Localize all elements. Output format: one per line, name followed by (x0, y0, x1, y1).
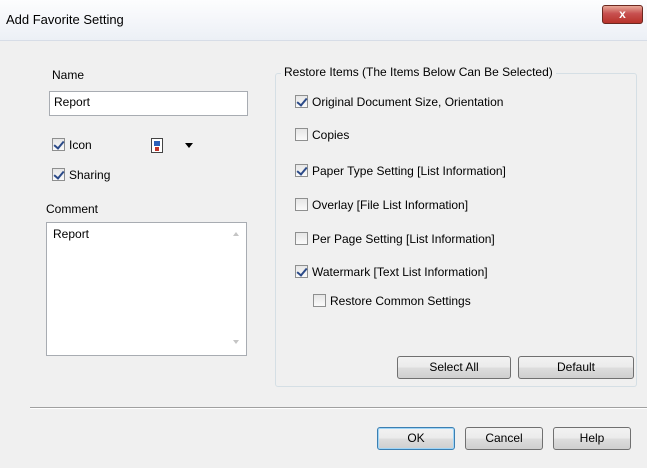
name-input-value: Report (54, 95, 91, 109)
scroll-up-icon (233, 232, 239, 236)
icon-checkbox[interactable] (52, 138, 65, 151)
select-all-button[interactable]: Select All (397, 356, 511, 379)
default-label: Default (556, 360, 596, 374)
icon-dropdown[interactable] (144, 134, 200, 157)
restore-label-watermark: Watermark [Text List Information] (312, 265, 488, 279)
title-bar: Add Favorite Setting x (0, 0, 647, 41)
restore-items-group (275, 73, 637, 387)
sharing-checkbox[interactable] (52, 168, 65, 181)
ok-label: OK (407, 431, 425, 445)
ok-button[interactable]: OK (377, 427, 455, 450)
cancel-label: Cancel (485, 431, 523, 445)
select-all-label: Select All (429, 360, 479, 374)
document-icon (151, 138, 163, 153)
restore-label-paper-type: Paper Type Setting [List Information] (312, 164, 506, 178)
chevron-down-icon (185, 143, 193, 148)
restore-checkbox-original-size[interactable] (295, 95, 308, 108)
restore-checkbox-common-settings[interactable] (313, 294, 326, 307)
restore-label-common-settings: Restore Common Settings (330, 294, 471, 308)
restore-checkbox-copies[interactable] (295, 128, 308, 141)
close-icon: x (619, 7, 626, 21)
comment-scrollbar[interactable] (228, 224, 245, 354)
restore-checkbox-watermark[interactable] (295, 265, 308, 278)
cancel-button[interactable]: Cancel (465, 427, 543, 450)
comment-label: Comment (46, 202, 99, 216)
sharing-label: Sharing (69, 168, 111, 182)
help-label: Help (579, 431, 605, 445)
default-button[interactable]: Default (518, 356, 634, 379)
name-label: Name (52, 68, 85, 82)
restore-label-copies: Copies (312, 128, 350, 142)
scroll-down-icon (233, 340, 239, 344)
comment-textarea[interactable]: Report (46, 222, 247, 356)
restore-label-per-page: Per Page Setting [List Information] (312, 232, 495, 246)
restore-label-overlay: Overlay [File List Information] (312, 198, 469, 212)
restore-checkbox-paper-type[interactable] (295, 164, 308, 177)
comment-value: Report (53, 227, 90, 241)
icon-label: Icon (69, 138, 92, 152)
close-button[interactable]: x (602, 5, 643, 24)
restore-label-original-size: Original Document Size, Orientation (312, 95, 504, 109)
window-title: Add Favorite Setting (6, 12, 124, 27)
help-button[interactable]: Help (553, 427, 631, 450)
restore-checkbox-per-page[interactable] (295, 232, 308, 245)
name-input[interactable]: Report (49, 91, 248, 116)
footer-separator (30, 407, 647, 409)
restore-group-title: Restore Items (The Items Below Can Be Se… (281, 65, 556, 79)
restore-checkbox-overlay[interactable] (295, 198, 308, 211)
